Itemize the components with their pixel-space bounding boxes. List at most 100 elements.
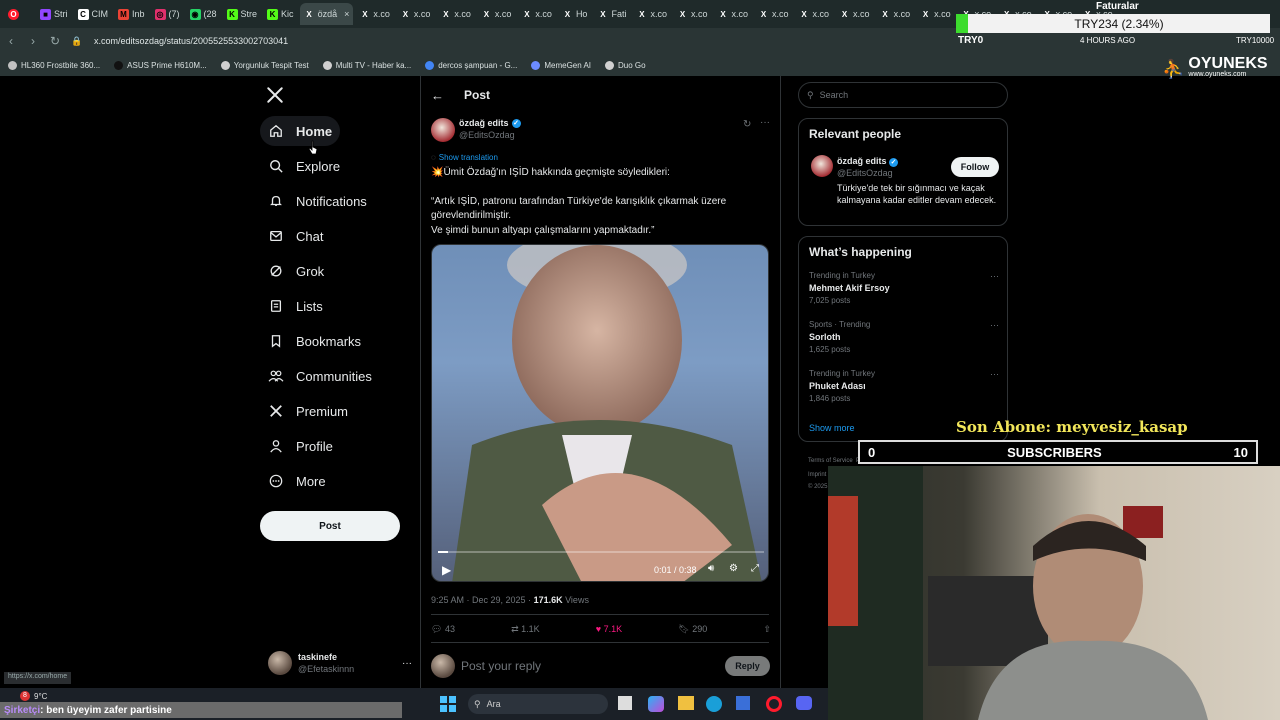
reload-icon[interactable]: ↻ (44, 34, 66, 48)
nav-item-label: Grok (296, 263, 325, 279)
nav-item-profile[interactable]: Profile (260, 431, 341, 461)
post-more-icon[interactable]: ··· (760, 117, 770, 128)
like-action[interactable]: ♥ 7.1K (596, 624, 622, 635)
browser-tab[interactable]: Xx.co (517, 3, 556, 25)
x-logo-icon[interactable] (266, 86, 286, 106)
copilot-icon[interactable] (648, 696, 664, 712)
try-right-label: TRY10000 (1236, 36, 1275, 45)
back-icon[interactable]: ‹ (0, 34, 22, 48)
browser-tab[interactable]: Xx.co (714, 3, 753, 25)
video-player[interactable]: ▶ 0:01 / 0:38 🔊︎ ⚙ ⤢ (431, 244, 769, 582)
repost-action[interactable]: ⇄ 1.1K (511, 624, 540, 635)
store-icon[interactable] (736, 696, 750, 710)
post-button[interactable]: Post (260, 511, 400, 541)
browser-tab[interactable]: ◉ (28 (186, 3, 221, 25)
browser-tab[interactable]: Xx.co (835, 3, 874, 25)
opera-icon[interactable] (766, 696, 782, 712)
bookmark-item[interactable]: ASUS Prime H610M... (114, 60, 207, 70)
bookmark-item[interactable]: Multi TV - Haber ka... (322, 60, 411, 70)
browser-tab[interactable]: Xx.co (477, 3, 516, 25)
browser-tab[interactable]: Xx.co (673, 3, 712, 25)
footer-imprint[interactable]: Imprint (808, 472, 826, 478)
browser-tab[interactable]: K Stre (223, 3, 262, 25)
author-handle[interactable]: @EditsOzdag (459, 130, 515, 140)
trend-more-icon[interactable]: ··· (990, 271, 999, 281)
reply-button[interactable]: Reply (725, 656, 770, 676)
person-name[interactable]: özdağ edits (837, 156, 887, 166)
list-icon (268, 298, 284, 314)
url-field[interactable]: x.com/editsozdag/status/2005525533002703… (94, 36, 288, 46)
trend-more-icon[interactable]: ··· (990, 320, 999, 330)
browser-tab[interactable]: Xx.co (754, 3, 793, 25)
browser-tab[interactable]: X Fati (593, 3, 630, 25)
back-arrow-icon[interactable]: ← (431, 88, 444, 103)
browser-tab[interactable]: C CIM (74, 3, 113, 25)
nav-item-notifications[interactable]: Notifications (260, 186, 375, 216)
author-name[interactable]: özdağ edits (459, 118, 509, 128)
discord-icon[interactable] (796, 696, 812, 710)
trend-item[interactable]: Sports · Trending Sorloth 1,625 posts ··· (809, 320, 999, 354)
taskbar-search[interactable]: ⚲ Ara (468, 694, 608, 714)
search-box[interactable]: ⚲ Search (798, 82, 1008, 108)
nav-item-bookmarks[interactable]: Bookmarks (260, 326, 369, 356)
trend-item[interactable]: Trending in Turkey Phuket Adası 1,846 post… (809, 369, 999, 403)
forward-icon[interactable]: › (22, 34, 44, 48)
browser-tab[interactable]: ■ Stri (36, 3, 72, 25)
browser-tab[interactable]: Xx.co (355, 3, 394, 25)
close-tab-icon[interactable]: × (344, 9, 349, 19)
nav-item-lists[interactable]: Lists (260, 291, 331, 321)
browser-tab[interactable]: Xx.co (396, 3, 435, 25)
person-handle[interactable]: @EditsOzdag (837, 168, 893, 178)
nav-item-chat[interactable]: Chat (260, 221, 331, 251)
grok-icon[interactable]: ↻ (743, 119, 751, 130)
nav-item-more[interactable]: More (260, 466, 334, 496)
nav-item-home[interactable]: Home (260, 116, 341, 146)
nav-item-grok[interactable]: Grok (260, 256, 332, 286)
nav-item-explore[interactable]: Explore (260, 151, 348, 181)
nav-item-communities[interactable]: Communities (260, 361, 380, 391)
play-icon[interactable]: ▶ (442, 563, 451, 577)
windows-start-icon[interactable] (440, 696, 456, 717)
bookmark-item[interactable]: HL360 Frostbite 360... (8, 60, 100, 70)
reply-action[interactable]: 💬︎ 43 (431, 624, 455, 635)
bookmark-item[interactable]: dercos şampuan - G... (425, 60, 517, 70)
bookmark-item[interactable]: Yorgunluk Tespit Test (220, 60, 309, 70)
browser-tab[interactable]: Xx.co (632, 3, 671, 25)
search-input[interactable]: Search (820, 90, 849, 100)
show-more-link[interactable]: Show more (809, 423, 855, 433)
file-explorer-icon[interactable] (678, 696, 694, 710)
account-more-icon[interactable]: ··· (402, 658, 412, 669)
bookmark-item[interactable]: Duo Go (605, 60, 646, 70)
browser-tab[interactable]: Xözdå × (299, 3, 354, 25)
opera-logo[interactable]: O (4, 3, 34, 25)
post-timestamp[interactable]: 9:25 AM · Dec 29, 2025 · (431, 595, 534, 605)
browser-tab[interactable]: Xx.co (436, 3, 475, 25)
show-translation-link[interactable]: ◌ Show translation (431, 153, 498, 162)
fullscreen-icon[interactable]: ⤢ (751, 563, 759, 574)
browser-tab[interactable]: M Inb (114, 3, 149, 25)
task-view-icon[interactable] (618, 696, 632, 710)
reply-input[interactable]: Post your reply (461, 659, 541, 673)
account-switcher[interactable]: taskinefe @Efetaskinnn ··· (268, 648, 412, 678)
browser-tab[interactable]: Xx.co (876, 3, 915, 25)
share-icon[interactable]: ⇧ (763, 624, 771, 635)
browser-tab[interactable]: ◎ (7) (151, 3, 184, 25)
video-progress-track[interactable] (438, 551, 764, 553)
browser-tab[interactable]: K Kic (263, 3, 298, 25)
trend-more-icon[interactable]: ··· (990, 369, 999, 379)
settings-icon[interactable]: ⚙ (729, 563, 738, 574)
author-avatar[interactable] (431, 118, 455, 142)
browser-tab[interactable]: Xx.co (795, 3, 834, 25)
nav-item-premium[interactable]: Premium (260, 396, 356, 426)
bookmark-action[interactable]: 🔖︎ 290 (678, 624, 707, 635)
trend-item[interactable]: Trending in Turkey Mehmet Akif Ersoy 7,025… (809, 271, 999, 305)
follow-button[interactable]: Follow (951, 157, 999, 177)
edge-icon[interactable] (706, 696, 722, 712)
browser-tab[interactable]: Xx.co (916, 3, 955, 25)
person-avatar[interactable] (811, 155, 833, 177)
bookmark-item[interactable]: MemeGen AI (531, 60, 591, 70)
volume-icon[interactable]: 🔊︎ (708, 563, 714, 574)
author-name-row[interactable]: özdağ edits ✓ (459, 118, 521, 128)
person-name-row[interactable]: özdağ edits ✓ (837, 156, 899, 167)
browser-tab[interactable]: X Ho (558, 3, 592, 25)
